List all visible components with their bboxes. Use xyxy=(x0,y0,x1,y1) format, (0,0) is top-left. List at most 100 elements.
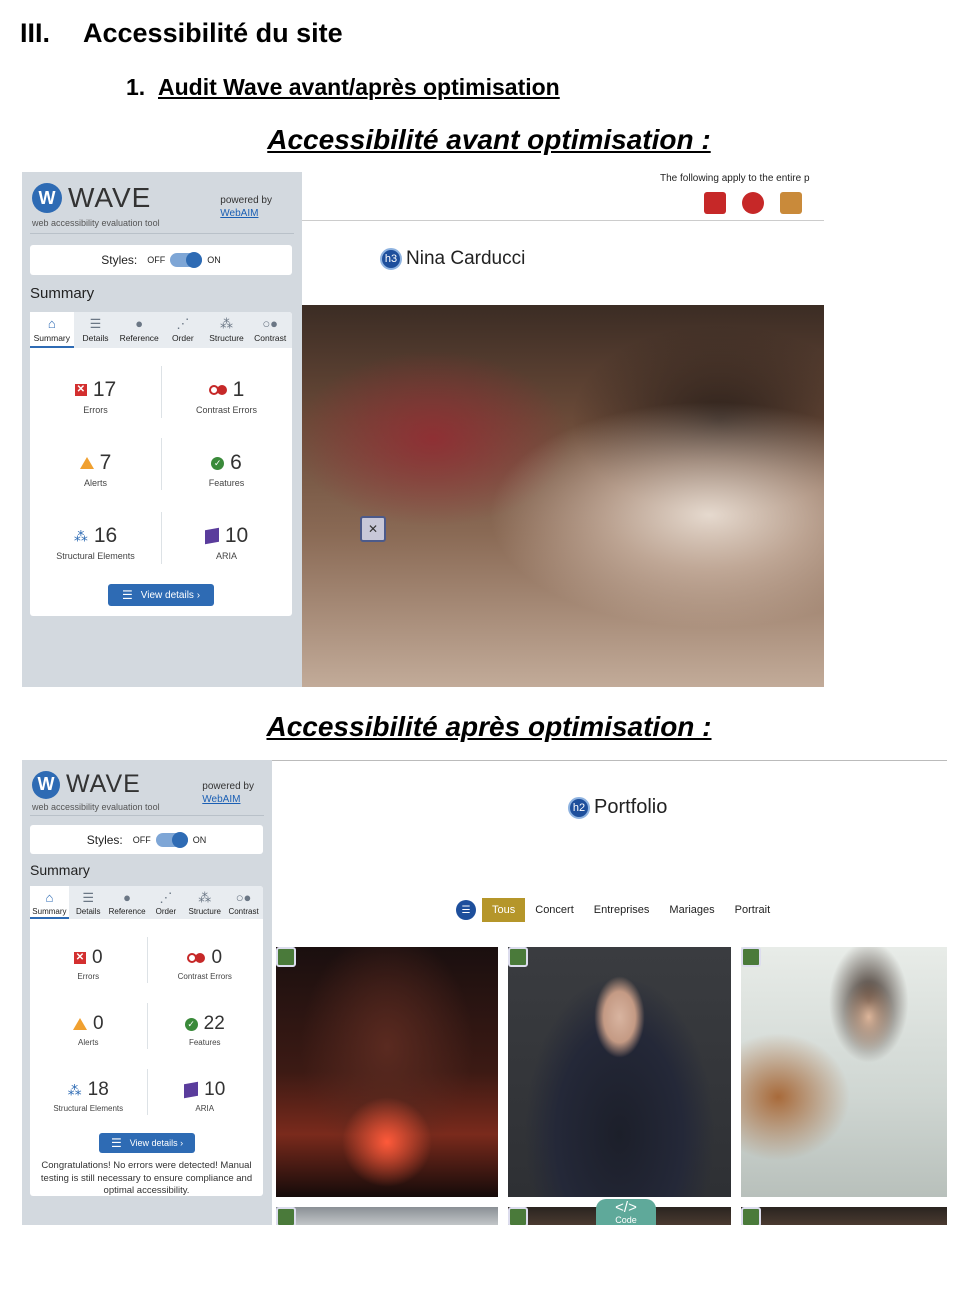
view-details-button[interactable]: ☰ View details › xyxy=(99,1133,195,1153)
alerts-count: 0 xyxy=(92,1013,104,1034)
wave-sidebar: W WAVE web accessibility evaluation tool… xyxy=(22,760,272,1225)
errors-count: 0 xyxy=(91,947,103,968)
gallery-filters: ☰ Tous Concert Entreprises Mariages Port… xyxy=(456,898,780,922)
structural-label: Structural Elements xyxy=(56,551,135,561)
gallery-image-business[interactable] xyxy=(508,947,731,1197)
image-feature-icon[interactable] xyxy=(508,1207,528,1225)
heading-text: Nina Carducci xyxy=(406,248,526,269)
view-details-button[interactable]: ☰ View details › xyxy=(108,584,214,606)
tab-structure[interactable]: ⁂ Structure xyxy=(185,886,224,919)
filter-concert[interactable]: Concert xyxy=(525,898,584,922)
errors-label: Errors xyxy=(83,405,108,415)
filter-tous[interactable]: Tous xyxy=(482,898,526,922)
gallery-image-portrait[interactable] xyxy=(741,947,947,1197)
structural-count: 16 xyxy=(93,524,118,547)
title-alert-icon[interactable] xyxy=(780,192,802,214)
contrast-label: Contrast Errors xyxy=(195,405,257,415)
aria-stat[interactable]: 10 ARIA xyxy=(147,1079,264,1113)
wave-tagline: web accessibility evaluation tool xyxy=(32,218,160,228)
tab-order[interactable]: ⋰ Order xyxy=(146,886,185,919)
gallery-image[interactable] xyxy=(276,1207,498,1225)
features-label: Features xyxy=(188,1038,221,1047)
structural-stat[interactable]: ⁂ 16 Structural Elements xyxy=(30,524,161,561)
tab-label: Structure xyxy=(209,333,244,343)
tab-contrast[interactable]: ○● Contrast xyxy=(248,312,292,348)
wave-tabs: ⌂ Summary ☰ Details ● Reference ⋰ Order ⁂ Str… xyxy=(30,312,292,348)
filter-portrait[interactable]: Portrait xyxy=(725,898,780,922)
errors-count: 17 xyxy=(92,378,117,401)
list-icon[interactable]: ☰ xyxy=(456,900,476,920)
errors-stat[interactable]: ✕ 0 Errors xyxy=(30,947,147,981)
tab-structure[interactable]: ⁂ Structure xyxy=(205,312,249,348)
gallery-image-concert[interactable] xyxy=(276,947,498,1197)
filter-entreprises[interactable]: Entreprises xyxy=(584,898,660,922)
styles-off-label: OFF xyxy=(147,255,166,265)
summary-title: Summary xyxy=(30,285,95,302)
subsection-title: Audit Wave avant/après optimisation xyxy=(158,74,560,100)
tab-label: Reference xyxy=(108,907,146,916)
powered-by-label: powered by xyxy=(202,781,254,792)
webaim-link[interactable]: WebAIM xyxy=(220,207,272,220)
wave-logo: W WAVE xyxy=(32,770,141,799)
alerts-count: 7 xyxy=(99,451,112,474)
structure-icon: ⁂ xyxy=(73,527,88,544)
wave-header: W WAVE web accessibility evaluation tool… xyxy=(30,172,294,234)
code-label: Code xyxy=(615,1215,637,1225)
list-icon: ☰ xyxy=(89,316,102,331)
contrast-stat[interactable]: 1 Contrast Errors xyxy=(161,378,292,415)
code-toggle-button[interactable]: </> Code xyxy=(596,1199,656,1225)
summary-grid: ✕ 0 Errors 0 Contrast Errors 0 Alerts ✓ 22… xyxy=(30,919,263,1124)
list-icon: ☰ xyxy=(110,1136,122,1150)
gallery-image[interactable] xyxy=(741,1207,947,1225)
errors-stat[interactable]: ✕ 17 Errors xyxy=(30,378,161,415)
webaim-link[interactable]: WebAIM xyxy=(202,793,254,806)
webpage-before: The following apply to the entire p h3 N… xyxy=(302,172,824,687)
image-feature-icon[interactable] xyxy=(741,1207,761,1225)
wedding-photo: ✕ xyxy=(302,305,824,687)
screenshot-before: W WAVE web accessibility evaluation tool… xyxy=(22,172,824,687)
features-stat[interactable]: ✓ 6 Features xyxy=(161,451,292,488)
styles-toggle[interactable] xyxy=(170,252,203,268)
tab-order[interactable]: ⋰ Order xyxy=(161,312,205,348)
heading-badge-icon[interactable]: h2 xyxy=(568,796,590,819)
heading-badge-icon[interactable]: h3 xyxy=(380,248,402,270)
page-notice: The following apply to the entire p xyxy=(660,173,810,184)
tab-details[interactable]: ☰ Details xyxy=(69,886,108,919)
alerts-stat[interactable]: 0 Alerts xyxy=(30,1013,147,1047)
home-icon: ⌂ xyxy=(45,890,54,905)
structural-stat[interactable]: ⁂ 18 Structural Elements xyxy=(30,1079,147,1113)
contrast-icon: ○● xyxy=(235,890,252,905)
contrast-stat[interactable]: 0 Contrast Errors xyxy=(147,947,264,981)
tab-summary[interactable]: ⌂ Summary xyxy=(30,886,69,919)
alerts-stat[interactable]: 7 Alerts xyxy=(30,451,161,488)
tab-summary[interactable]: ⌂ Summary xyxy=(30,312,74,348)
tab-reference[interactable]: ● Reference xyxy=(117,312,161,348)
language-error-icon[interactable] xyxy=(742,192,764,214)
image-error-icon[interactable]: ✕ xyxy=(360,516,386,542)
tab-label: Summary xyxy=(33,333,71,343)
tab-details[interactable]: ☰ Details xyxy=(74,312,118,348)
aria-label: ARIA xyxy=(195,1104,215,1113)
text-error-icon[interactable] xyxy=(704,192,726,214)
tab-label: Contrast xyxy=(228,907,259,916)
tab-reference[interactable]: ● Reference xyxy=(108,886,147,919)
wave-tagline: web accessibility evaluation tool xyxy=(32,802,160,812)
aria-stat[interactable]: 10 ARIA xyxy=(161,524,292,561)
subsection-heading: 1. Audit Wave avant/après optimisation xyxy=(126,74,560,101)
section-title: Accessibilité du site xyxy=(83,18,343,48)
powered-by: powered by WebAIM xyxy=(220,194,272,220)
image-feature-icon[interactable] xyxy=(741,947,761,967)
tab-label: Order xyxy=(171,333,194,343)
image-feature-icon[interactable] xyxy=(276,947,296,967)
features-stat[interactable]: ✓ 22 Features xyxy=(147,1013,264,1047)
filter-mariages[interactable]: Mariages xyxy=(659,898,724,922)
features-label: Features xyxy=(208,478,245,488)
view-details-label: View details › xyxy=(140,589,201,601)
image-feature-icon[interactable] xyxy=(276,1207,296,1225)
powered-by-label: powered by xyxy=(220,195,272,206)
tab-contrast[interactable]: ○● Contrast xyxy=(224,886,263,919)
structure-icon: ⁂ xyxy=(67,1081,82,1098)
image-feature-icon[interactable] xyxy=(508,947,528,967)
styles-toggle[interactable] xyxy=(155,831,188,848)
wave-sidebar: W WAVE web accessibility evaluation tool… xyxy=(22,172,302,687)
